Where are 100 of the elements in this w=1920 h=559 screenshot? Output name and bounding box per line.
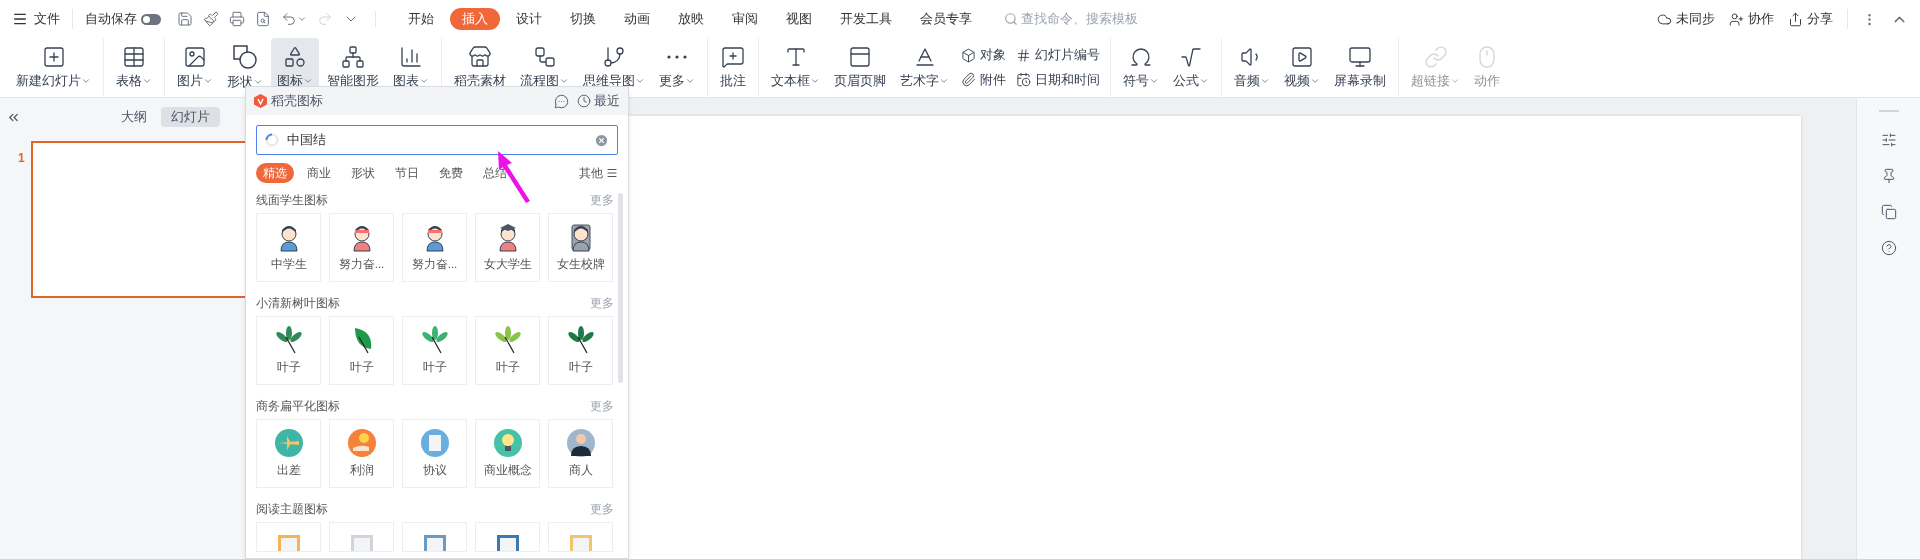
- icon-tile[interactable]: 叶子: [548, 316, 613, 385]
- search-icon: [1004, 12, 1018, 26]
- category-tab[interactable]: 商业: [300, 163, 338, 183]
- ribbon-button[interactable]: 表格: [110, 38, 158, 97]
- leaf-icon: [565, 324, 596, 355]
- image-icon: [183, 44, 207, 69]
- ribbon-tab[interactable]: 放映: [666, 8, 716, 30]
- ribbon-button[interactable]: 批注: [714, 38, 752, 97]
- icon-tile[interactable]: [329, 522, 394, 552]
- icon-search-field[interactable]: 中国结: [256, 125, 618, 155]
- leaf-icon: [273, 324, 304, 355]
- file-menu[interactable]: 文件: [12, 9, 73, 29]
- icon-tile[interactable]: 叶子: [475, 316, 540, 385]
- ribbon-tab[interactable]: 开发工具: [828, 8, 904, 30]
- icon-tile[interactable]: 利润: [329, 419, 394, 488]
- ribbon-tab[interactable]: 动画: [612, 8, 662, 30]
- ribbon-button[interactable]: 新建幻灯片: [10, 38, 97, 97]
- icon-tile[interactable]: [548, 522, 613, 552]
- logo-icon: [254, 94, 267, 108]
- autosave-label: 自动保存: [85, 10, 137, 29]
- ribbon-tab[interactable]: 切换: [558, 8, 608, 30]
- branch-icon: [602, 44, 626, 69]
- category-tab[interactable]: 节日: [388, 163, 426, 183]
- ribbon-button[interactable]: 音频: [1228, 38, 1276, 97]
- ribbon-tab[interactable]: 开始: [396, 8, 446, 30]
- autosave-toggle[interactable]: [141, 13, 161, 25]
- panel-tab[interactable]: 幻灯片: [161, 107, 220, 127]
- help-icon[interactable]: [1880, 240, 1897, 256]
- business-icon: [346, 427, 377, 458]
- icon-tile[interactable]: 叶子: [329, 316, 394, 385]
- ribbon-button[interactable]: 对象: [961, 45, 1006, 65]
- icon-tile[interactable]: 叶子: [256, 316, 321, 385]
- section-title: 线面学生图标: [256, 192, 328, 209]
- icon-tile[interactable]: 努力奋...: [402, 213, 467, 282]
- business-icon: [565, 427, 596, 458]
- undo-icon[interactable]: [281, 11, 297, 27]
- ribbon-button[interactable]: 智能图形: [321, 38, 385, 97]
- ribbon-button[interactable]: 日期和时间: [1016, 70, 1100, 90]
- icon-tile[interactable]: 出差: [256, 419, 321, 488]
- recent-button[interactable]: 最近: [577, 91, 620, 111]
- hash-icon: [1016, 47, 1031, 63]
- copy-icon[interactable]: [1880, 204, 1897, 220]
- loading-spinner-icon: [265, 133, 279, 147]
- feedback-icon[interactable]: [554, 93, 569, 109]
- icon-tile[interactable]: 中学生: [256, 213, 321, 282]
- business-icon: [419, 427, 450, 458]
- panel-tab[interactable]: 大纲: [111, 107, 157, 127]
- caret-icon: [297, 14, 307, 24]
- icon-tile[interactable]: 商人: [548, 419, 613, 488]
- ribbon-button[interactable]: 视频: [1278, 38, 1326, 97]
- ribbon-tab[interactable]: 审阅: [720, 8, 770, 30]
- category-tab[interactable]: 总结: [476, 163, 514, 183]
- ribbon-button[interactable]: 幻灯片编号: [1016, 45, 1100, 65]
- ribbon-button[interactable]: 艺术字: [894, 38, 955, 97]
- scrollbar-thumb[interactable]: [618, 193, 623, 383]
- icon-tile[interactable]: 协议: [402, 419, 467, 488]
- icon-tile[interactable]: 女生校牌: [548, 213, 613, 282]
- printer-icon[interactable]: [229, 11, 245, 27]
- ribbon-button[interactable]: 更多: [653, 38, 701, 97]
- settings-icon[interactable]: [1880, 132, 1897, 148]
- ribbon-tab[interactable]: 设计: [504, 8, 554, 30]
- icon-tile[interactable]: 努力奋...: [329, 213, 394, 282]
- ribbon-button[interactable]: 屏幕录制: [1328, 38, 1392, 97]
- ribbon-button[interactable]: 图片: [171, 38, 219, 97]
- other-categories-button[interactable]: 其他: [579, 164, 618, 182]
- calendar-icon: [1016, 72, 1031, 88]
- icon-tile[interactable]: 女大学生: [475, 213, 540, 282]
- ribbon-button[interactable]: 流程图: [514, 38, 575, 97]
- ribbon-tab[interactable]: 会员专享: [908, 8, 984, 30]
- header-action[interactable]: 分享: [1788, 9, 1833, 29]
- header-action[interactable]: 协作: [1729, 9, 1774, 29]
- icon-tile[interactable]: 商业概念: [475, 419, 540, 488]
- brush-icon[interactable]: [203, 11, 219, 27]
- ribbon-button[interactable]: 公式: [1167, 38, 1215, 97]
- category-tab[interactable]: 形状: [344, 163, 382, 183]
- ribbon-button[interactable]: 图表: [387, 38, 435, 97]
- ribbon-button[interactable]: 页眉页脚: [828, 38, 892, 97]
- play-icon: [1290, 44, 1314, 69]
- category-tab[interactable]: 免费: [432, 163, 470, 183]
- ribbon-button[interactable]: 附件: [961, 70, 1006, 90]
- preview-icon[interactable]: [255, 11, 271, 27]
- ribbon-button[interactable]: 文本框: [765, 38, 826, 97]
- slide-thumbnail[interactable]: [30, 141, 248, 298]
- header-action[interactable]: 未同步: [1657, 9, 1715, 29]
- icon-tile[interactable]: 叶子: [402, 316, 467, 385]
- section-title: 商务扁平化图标: [256, 398, 340, 415]
- comment-plus-icon: [721, 44, 745, 69]
- cube-icon: [961, 47, 976, 63]
- icon-tile[interactable]: [475, 522, 540, 552]
- clock-icon: [577, 94, 591, 108]
- page-icon: [848, 44, 872, 69]
- ribbon-tab[interactable]: 视图: [774, 8, 824, 30]
- ribbon-button[interactable]: 符号: [1117, 38, 1165, 97]
- icon-tile[interactable]: [256, 522, 321, 552]
- save-icon[interactable]: [177, 11, 193, 27]
- clear-icon[interactable]: [594, 132, 609, 148]
- search-input[interactable]: 中国结: [287, 130, 594, 150]
- icon-tile[interactable]: [402, 522, 467, 552]
- ribbon-button[interactable]: 稻壳素材: [448, 38, 512, 97]
- shapes-icon: [283, 44, 307, 69]
